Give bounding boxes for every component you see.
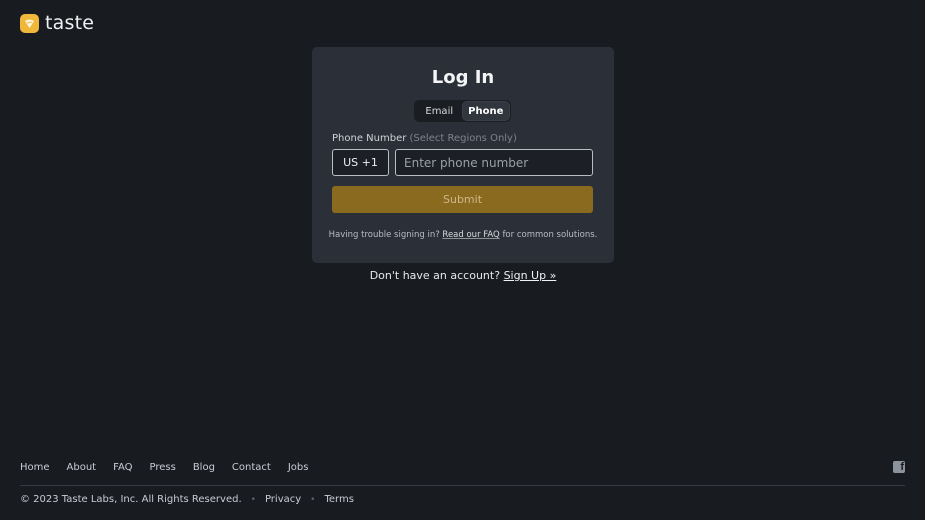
phone-label-text: Phone Number bbox=[332, 133, 407, 144]
footer-link-about[interactable]: About bbox=[67, 462, 97, 473]
help-suffix: for common solutions. bbox=[502, 230, 598, 240]
footer-link-terms[interactable]: Terms bbox=[324, 494, 353, 505]
footer-link-blog[interactable]: Blog bbox=[193, 462, 215, 473]
page-title: Log In bbox=[431, 67, 495, 88]
phone-number-label: Phone Number (Select Regions Only) bbox=[332, 133, 517, 144]
logo[interactable]: taste bbox=[20, 12, 94, 34]
phone-input[interactable] bbox=[395, 149, 593, 176]
footer-nav: Home About FAQ Press Blog Contact Jobs bbox=[20, 462, 308, 473]
separator-dot: • bbox=[310, 494, 316, 505]
signup-prompt: Don't have an account? Sign Up » bbox=[312, 269, 614, 282]
phone-label-note: (Select Regions Only) bbox=[409, 133, 517, 144]
help-prefix: Having trouble signing in? bbox=[328, 230, 440, 240]
page: taste Log In Email Phone Phone Number (S… bbox=[0, 0, 925, 520]
login-card: Log In Email Phone Phone Number (Select … bbox=[312, 47, 614, 263]
footer-link-privacy[interactable]: Privacy bbox=[265, 494, 301, 505]
footer-link-contact[interactable]: Contact bbox=[232, 462, 271, 473]
tab-email[interactable]: Email bbox=[416, 102, 463, 120]
footer-link-press[interactable]: Press bbox=[149, 462, 175, 473]
facebook-icon[interactable]: f bbox=[893, 461, 905, 473]
footer-bottom: © 2023 Taste Labs, Inc. All Rights Reser… bbox=[20, 494, 354, 505]
copyright: © 2023 Taste Labs, Inc. All Rights Reser… bbox=[20, 494, 242, 505]
footer-link-home[interactable]: Home bbox=[20, 462, 50, 473]
help-text: Having trouble signing in? Read our FAQ … bbox=[312, 230, 614, 240]
footer-link-faq[interactable]: FAQ bbox=[113, 462, 132, 473]
login-method-toggle: Email Phone bbox=[414, 100, 511, 122]
footer-link-jobs[interactable]: Jobs bbox=[288, 462, 309, 473]
country-code-select[interactable]: US +1 bbox=[332, 149, 389, 176]
submit-button[interactable]: Submit bbox=[332, 186, 593, 213]
separator-dot: • bbox=[250, 494, 256, 505]
faq-link[interactable]: Read our FAQ bbox=[442, 230, 499, 240]
logo-icon bbox=[20, 13, 39, 33]
signup-text: Don't have an account? bbox=[369, 269, 501, 282]
footer-divider bbox=[20, 485, 905, 486]
tab-phone[interactable]: Phone bbox=[462, 102, 509, 120]
logo-text: taste bbox=[45, 12, 95, 34]
signup-link[interactable]: Sign Up » bbox=[504, 269, 557, 282]
